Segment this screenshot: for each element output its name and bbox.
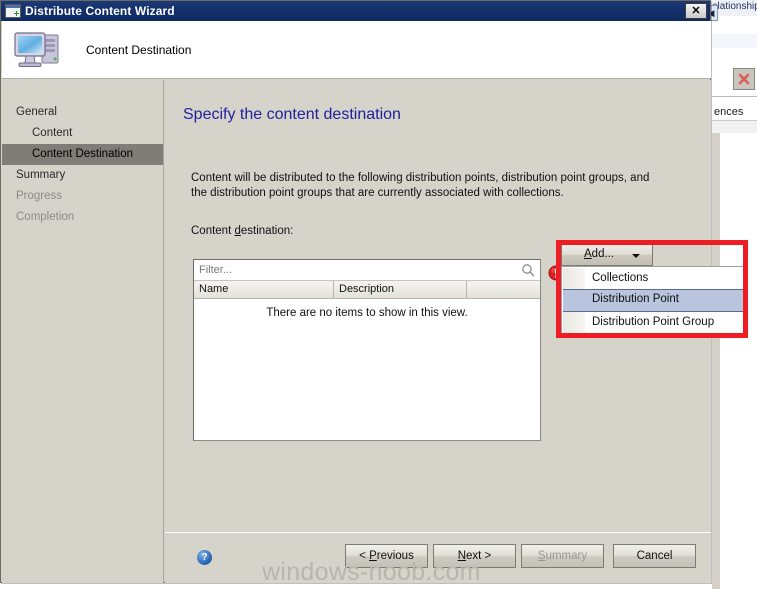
bg-row-band — [712, 34, 757, 48]
filter-row — [194, 260, 540, 281]
next-post: ext > — [466, 550, 492, 562]
page-description: Content will be distributed to the follo… — [191, 172, 650, 199]
dialog-footer: ? < Previous Next > Summary Cancel — [165, 532, 711, 583]
bg-strip — [712, 121, 757, 133]
computer-icon-glyph — [14, 31, 59, 67]
nav-item-general[interactable]: General — [2, 102, 163, 123]
cancel-button[interactable]: Cancel — [613, 544, 696, 568]
help-question-icon[interactable]: ? — [197, 550, 212, 565]
window-title: Distribute Content Wizard — [25, 4, 175, 18]
summary-post: ummary — [545, 550, 588, 562]
previous-button[interactable]: < Previous — [345, 544, 428, 568]
previous-pre: < — [359, 550, 370, 562]
distribute-content-wizard-dialog: Distribute Content Wizard ✕ Content Dest… — [0, 0, 745, 583]
column-header-blank[interactable] — [467, 281, 540, 298]
bg-relationship-label: elationship — [712, 1, 757, 12]
menu-item-distribution-point-group[interactable]: Distribution Point Group — [563, 312, 743, 333]
chevron-down-icon[interactable] — [632, 254, 640, 258]
wizard-step-nav: General Content Content Destination Summ… — [2, 80, 164, 583]
dest-label-post: estination: — [240, 225, 294, 237]
nav-item-content-destination[interactable]: Content Destination — [2, 144, 163, 165]
content-pane: Specify the content destination Content … — [165, 80, 745, 532]
add-button-label-post: dd... — [591, 248, 615, 260]
summary-accel: S — [537, 550, 546, 562]
previous-accel: P — [369, 550, 377, 562]
add-dropdown-menu: Collections Distribution Point Distribut… — [561, 266, 745, 335]
listview-empty-message: There are no items to show in this view. — [266, 307, 468, 319]
bg-left-column — [712, 133, 720, 589]
delete-x-icon[interactable] — [733, 68, 755, 90]
content-destination-label: Content destination: — [191, 225, 293, 237]
previous-post: revious — [376, 550, 414, 562]
next-accel: N — [457, 550, 467, 562]
page-title: Specify the content destination — [183, 106, 401, 123]
search-icon[interactable] — [521, 263, 535, 277]
bg-references-label: ences — [714, 106, 744, 118]
cancel-post: Cancel — [636, 550, 673, 562]
menu-item-collections[interactable]: Collections — [563, 268, 743, 289]
wizard-window-icon — [5, 4, 21, 18]
content-destination-listview: Name Description There are no items to s… — [193, 259, 541, 441]
summary-button: Summary — [521, 544, 604, 568]
column-header-name[interactable]: Name — [194, 281, 334, 298]
column-header-description[interactable]: Description — [334, 281, 467, 298]
nav-item-summary[interactable]: Summary — [2, 165, 163, 186]
next-button[interactable]: Next > — [433, 544, 516, 568]
nav-item-completion: Completion — [16, 211, 75, 223]
add-button[interactable]: Add... — [561, 244, 653, 266]
close-icon[interactable]: ✕ — [685, 3, 707, 19]
delete-x-glyph — [738, 73, 750, 85]
bg-tab-strip — [712, 16, 757, 35]
title-bar: Distribute Content Wizard ✕ — [1, 1, 710, 21]
nav-item-progress: Progress — [16, 190, 63, 202]
listview-column-headers: Name Description — [194, 281, 540, 299]
computer-icon — [12, 28, 64, 72]
wizard-header-title: Content Destination — [86, 42, 192, 57]
add-button-accel: A — [584, 248, 592, 260]
add-button-label: Add... — [584, 248, 614, 260]
bg-divider — [712, 96, 757, 97]
menu-item-distribution-point[interactable]: Distribution Point — [563, 289, 743, 312]
search-input[interactable] — [194, 263, 521, 277]
wizard-header: Content Destination — [2, 21, 711, 79]
dest-label-pre: Content — [191, 225, 235, 237]
nav-item-content[interactable]: Content — [2, 123, 163, 144]
